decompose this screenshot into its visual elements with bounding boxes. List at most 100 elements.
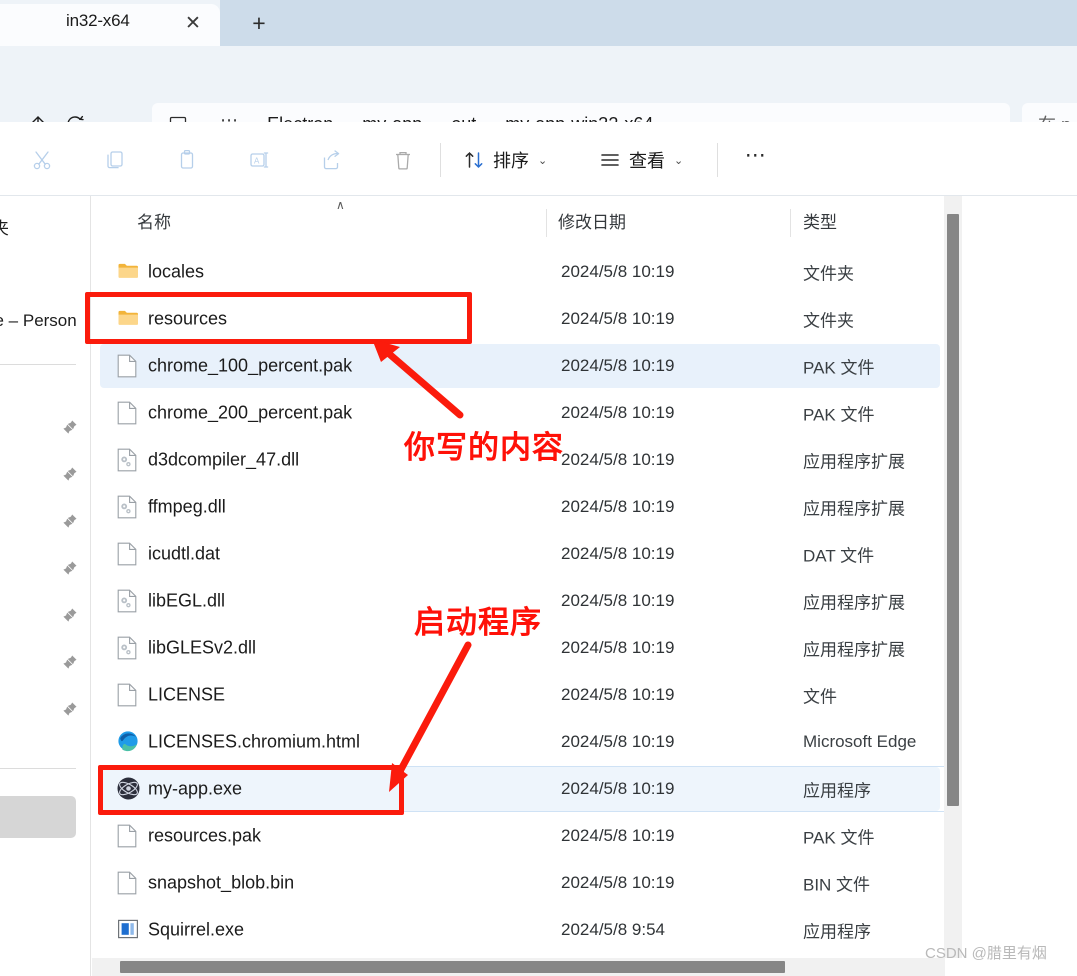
- file-name: my-app.exe: [148, 778, 243, 799]
- file-date: 2024/5/8 9:54: [561, 920, 665, 939]
- file-type: PAK 文件: [803, 358, 875, 378]
- nav-divider-2: [0, 768, 76, 769]
- dll-icon: [117, 448, 139, 472]
- file-name: LICENSE: [148, 684, 226, 705]
- file-name: locales: [148, 261, 205, 282]
- file-date: 2024/5/8 10:19: [561, 873, 675, 892]
- file-date: 2024/5/8 10:19: [561, 544, 675, 563]
- dll-icon: [117, 589, 139, 613]
- toolbar-divider-1: [440, 143, 441, 177]
- share-icon[interactable]: [308, 141, 354, 179]
- squirrel-icon: [117, 918, 139, 942]
- table-row[interactable]: resources 2024/5/8 10:19 文件夹: [100, 297, 940, 341]
- more-options-icon[interactable]: ⋯: [735, 141, 777, 179]
- table-row[interactable]: chrome_100_percent.pak 2024/5/8 10:19 PAK …: [100, 344, 940, 388]
- toolbar-divider-2: [717, 143, 718, 177]
- document-icon: [117, 824, 139, 848]
- table-row[interactable]: LICENSE 2024/5/8 10:19 文件: [100, 673, 940, 717]
- copy-icon[interactable]: [92, 141, 138, 179]
- table-row[interactable]: Squirrel.exe 2024/5/8 9:54 应用程序: [100, 908, 940, 952]
- document-icon: [117, 354, 139, 378]
- file-type: PAK 文件: [803, 828, 875, 848]
- file-type: 文件: [803, 687, 837, 707]
- nav-divider-1: [0, 364, 76, 365]
- dll-icon: [117, 636, 139, 660]
- file-type: DAT 文件: [803, 546, 875, 566]
- row-focus-border: [100, 766, 945, 767]
- nav-item-label-top[interactable]: 夹: [0, 214, 9, 239]
- chevron-down-icon: ⌄: [674, 154, 684, 167]
- watermark: CSDN @腊里有烟: [925, 945, 1047, 962]
- file-date: 2024/5/8 10:19: [561, 309, 675, 328]
- table-row[interactable]: icudtl.dat 2024/5/8 10:19 DAT 文件: [100, 532, 940, 576]
- table-row[interactable]: snapshot_blob.bin 2024/5/8 10:19 BIN 文件: [100, 861, 940, 905]
- rename-icon[interactable]: A: [236, 141, 282, 179]
- file-type: PAK 文件: [803, 405, 875, 425]
- file-name: snapshot_blob.bin: [148, 872, 295, 893]
- column-divider-1[interactable]: [546, 209, 547, 237]
- file-name: Squirrel.exe: [148, 919, 245, 940]
- document-icon: [117, 542, 139, 566]
- file-name: resources.pak: [148, 825, 262, 846]
- close-icon[interactable]: ✕: [180, 10, 206, 36]
- file-type: 应用程序: [803, 922, 871, 942]
- delete-icon[interactable]: [380, 141, 426, 179]
- document-icon: [117, 871, 139, 895]
- table-row[interactable]: ffmpeg.dll 2024/5/8 10:19 应用程序扩展: [100, 485, 940, 529]
- column-header-name[interactable]: 名称: [137, 208, 171, 233]
- file-date: 2024/5/8 10:19: [561, 497, 675, 516]
- file-name: icudtl.dat: [148, 543, 221, 564]
- file-explorer-window: in32-x64 ✕ + › ⋯ Elec: [0, 0, 1077, 976]
- navigation-bar: › ⋯ Electron › my-app › out › my-app-win…: [0, 46, 1077, 145]
- document-icon: [117, 401, 139, 425]
- file-date: 2024/5/8 10:19: [561, 403, 675, 422]
- edge-icon: [117, 730, 139, 754]
- file-name: ffmpeg.dll: [148, 496, 226, 517]
- file-name: chrome_200_percent.pak: [148, 402, 353, 423]
- annotation-label-content: 你写的内容: [404, 430, 564, 465]
- file-date: 2024/5/8 10:19: [561, 826, 675, 845]
- table-row[interactable]: locales 2024/5/8 10:19 文件夹: [100, 250, 940, 294]
- file-type: 文件夹: [803, 264, 854, 284]
- column-divider-2[interactable]: [790, 209, 791, 237]
- sort-button[interactable]: 排序 ⌄: [463, 140, 547, 180]
- pin-icon: [62, 419, 78, 435]
- nav-item-onedrive[interactable]: ve – Person: [0, 311, 77, 331]
- column-header-type[interactable]: 类型: [803, 208, 837, 233]
- file-name: LICENSES.chromium.html: [148, 731, 361, 752]
- file-type: BIN 文件: [803, 875, 871, 895]
- vertical-scrollbar-thumb[interactable]: [947, 214, 959, 806]
- annotation-label-launch: 启动程序: [414, 605, 542, 640]
- svg-text:A: A: [254, 157, 260, 166]
- file-type: Microsoft Edge: [803, 732, 917, 751]
- table-row[interactable]: my-app.exe 2024/5/8 10:19 应用程序: [100, 767, 940, 811]
- tab-strip-empty-area: [300, 0, 1077, 46]
- file-date: 2024/5/8 10:19: [561, 779, 675, 798]
- table-row[interactable]: LICENSES.chromium.html 2024/5/8 10:19 Micr…: [100, 720, 940, 764]
- pin-icon: [62, 513, 78, 529]
- file-type: 应用程序扩展: [803, 499, 905, 519]
- row-focus-border: [100, 811, 945, 812]
- sort-ascending-icon: ∧: [336, 198, 345, 212]
- column-header-date[interactable]: 修改日期: [558, 208, 626, 233]
- folder-icon: [117, 260, 139, 284]
- file-date: 2024/5/8 10:19: [561, 685, 675, 704]
- new-tab-icon[interactable]: +: [246, 10, 272, 36]
- file-name: libEGL.dll: [148, 590, 226, 611]
- folder-icon: [117, 307, 139, 331]
- horizontal-scrollbar-thumb[interactable]: [120, 961, 785, 973]
- view-button[interactable]: 查看 ⌄: [599, 140, 683, 180]
- file-name: resources: [148, 308, 228, 329]
- paste-icon[interactable]: [164, 141, 210, 179]
- cut-icon[interactable]: [19, 141, 65, 179]
- file-name: chrome_100_percent.pak: [148, 355, 353, 376]
- file-type: 文件夹: [803, 311, 854, 331]
- file-date: 2024/5/8 10:19: [561, 638, 675, 657]
- file-type: 应用程序扩展: [803, 452, 905, 472]
- tab-label: in32-x64: [66, 11, 130, 30]
- file-type: 应用程序: [803, 781, 871, 801]
- file-date: 2024/5/8 10:19: [561, 450, 675, 469]
- view-label: 查看: [629, 151, 665, 171]
- table-row[interactable]: resources.pak 2024/5/8 10:19 PAK 文件: [100, 814, 940, 858]
- nav-item-selected[interactable]: [0, 796, 76, 838]
